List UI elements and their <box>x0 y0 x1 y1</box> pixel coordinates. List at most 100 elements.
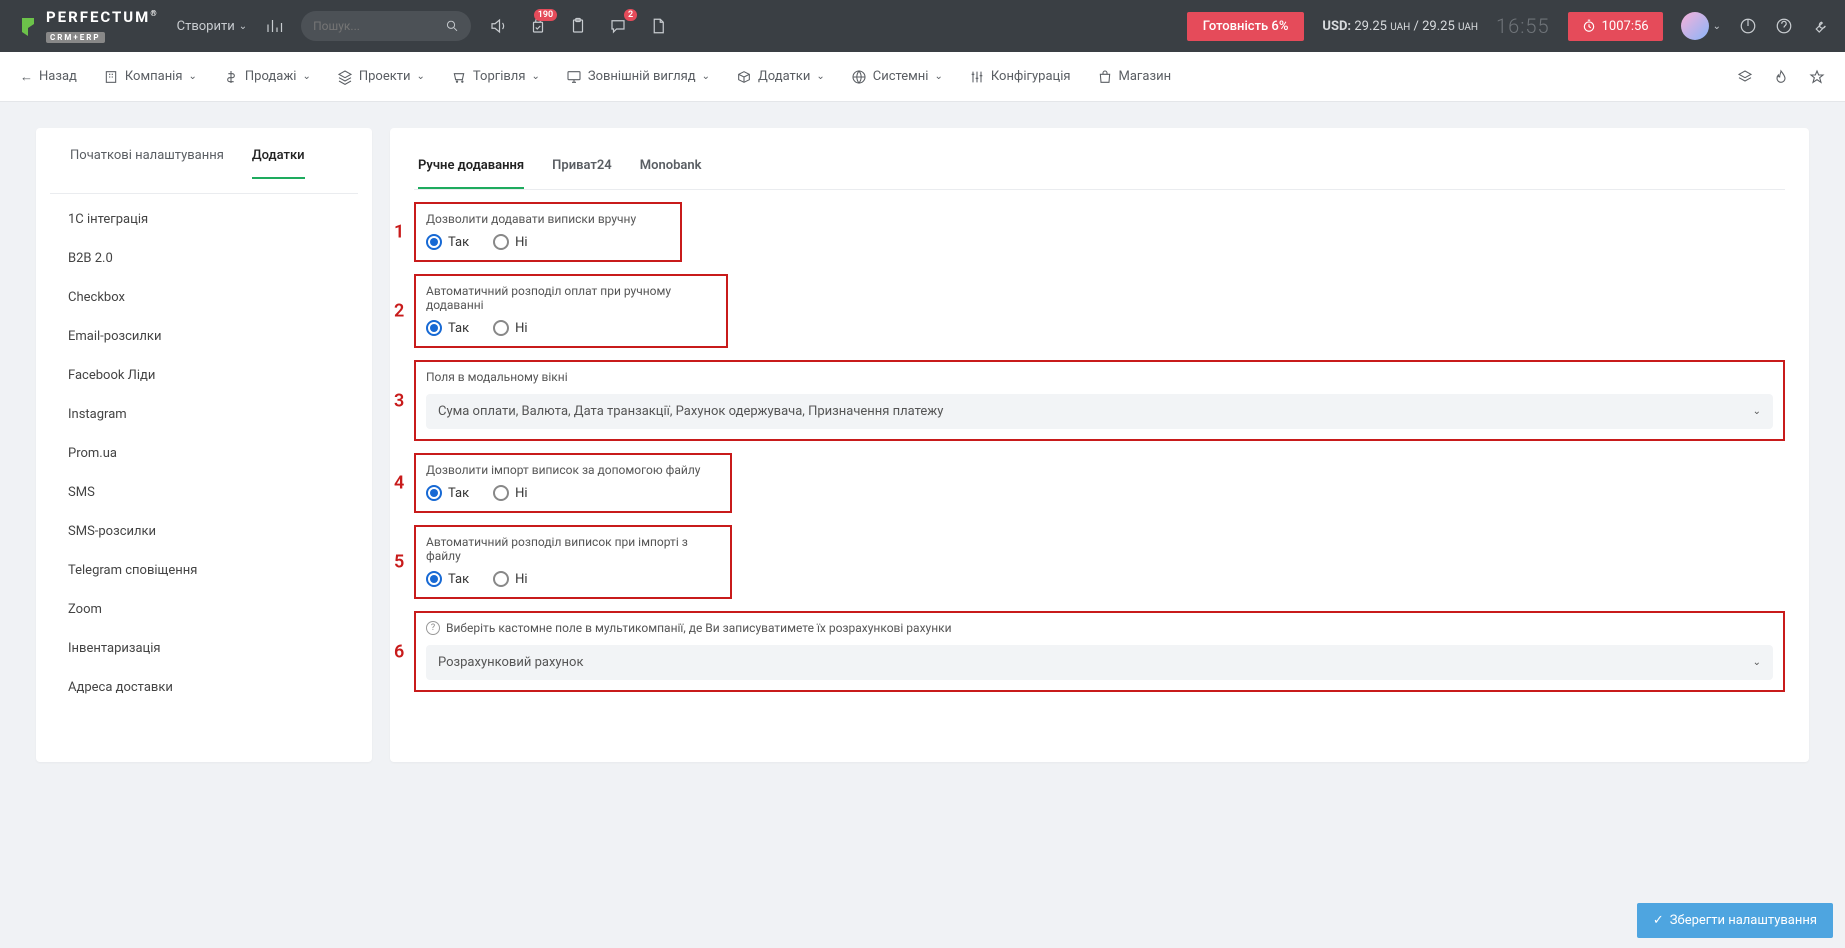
uah-2: UAH <box>1458 22 1478 33</box>
radio-yes[interactable]: Так <box>426 320 469 336</box>
radio-label: Так <box>448 321 469 336</box>
radio-no[interactable]: Ні <box>493 485 527 501</box>
sidebar-item[interactable]: Інвентаризація <box>36 629 372 668</box>
chat-icon[interactable]: 2 <box>609 17 627 35</box>
sidebar-item[interactable]: Facebook Ліди <box>36 356 372 395</box>
monitor-icon <box>566 69 582 85</box>
nav-sales[interactable]: Продажі⌄ <box>223 69 311 85</box>
timer-icon <box>1582 19 1596 33</box>
field-modal-fields: 3 Поля в модальному вікні Сума оплати, В… <box>414 360 1785 441</box>
cart-badge: 190 <box>534 9 557 21</box>
modal-fields-select[interactable]: Сума оплати, Валюта, Дата транзакції, Ра… <box>426 394 1773 429</box>
annotation-number: 5 <box>394 552 404 573</box>
navbar-right-icons <box>1737 69 1825 85</box>
create-label: Створити <box>177 19 235 34</box>
logo[interactable]: PERFECTUM® CRM+ERP <box>16 8 159 44</box>
save-settings-button[interactable]: ✓ Зберегти налаштування <box>1637 903 1833 938</box>
sidebar-item[interactable]: Checkbox <box>36 278 372 317</box>
sidebar-item[interactable]: Telegram сповіщення <box>36 551 372 590</box>
annotation-number: 2 <box>394 301 404 322</box>
field-label: ? Виберіть кастомне поле в мультикомпані… <box>426 621 1773 635</box>
sidebar-item[interactable]: Instagram <box>36 395 372 434</box>
sidebar-tabs: Початкові налаштування Додатки <box>50 148 358 194</box>
layers-icon <box>337 69 353 85</box>
field-label: Автоматичний розподіл виписок при імпорт… <box>426 535 720 563</box>
dollar-icon <box>223 69 239 85</box>
chevron-down-icon: ⌄ <box>1753 406 1761 417</box>
nav-trade[interactable]: Торгівля⌄ <box>451 69 540 85</box>
stack-icon[interactable] <box>1737 69 1753 85</box>
nav-company[interactable]: Компанія⌄ <box>103 69 197 85</box>
tab-monobank[interactable]: Monobank <box>640 148 702 189</box>
radio-label: Ні <box>515 572 527 587</box>
sidebar-item[interactable]: Адреса доставки <box>36 668 372 707</box>
power-icon[interactable] <box>1739 17 1757 35</box>
tab-privat24[interactable]: Приват24 <box>552 148 612 189</box>
cart-icon <box>451 69 467 85</box>
chevron-down-icon: ⌄ <box>702 71 710 82</box>
annotation-number: 4 <box>394 473 404 494</box>
chevron-down-icon: ⌄ <box>239 21 247 32</box>
radio-yes[interactable]: Так <box>426 485 469 501</box>
nav-label: Продажі <box>245 69 297 84</box>
nav-label: Додатки <box>758 69 810 84</box>
sidebar-tab-initial[interactable]: Початкові налаштування <box>70 148 224 179</box>
chevron-down-icon: ⌄ <box>417 71 425 82</box>
sliders-icon <box>969 69 985 85</box>
nav-addons[interactable]: Додатки ⌄ <box>736 69 825 85</box>
nav-appearance[interactable]: Зовнішній вигляд⌄ <box>566 69 710 85</box>
sidebar-item[interactable]: 1С інтеграція <box>36 200 372 239</box>
sidebar-item[interactable]: SMS <box>36 473 372 512</box>
radio-label: Так <box>448 486 469 501</box>
sidebar-item[interactable]: Prom.ua <box>36 434 372 473</box>
radio-no[interactable]: Ні <box>493 571 527 587</box>
check-icon: ✓ <box>1653 913 1664 928</box>
nav-label: Системні <box>873 69 929 84</box>
star-icon[interactable] <box>1809 69 1825 85</box>
field-label-text: Виберіть кастомне поле в мультикомпанії,… <box>446 621 952 635</box>
radio-yes[interactable]: Так <box>426 234 469 250</box>
nav-back[interactable]: ← Назад <box>20 69 77 85</box>
user-menu[interactable]: ⌄ <box>1681 12 1721 40</box>
sound-icon[interactable] <box>489 17 507 35</box>
radio-no[interactable]: Ні <box>493 320 527 336</box>
sidebar-item[interactable]: SMS-розсилки <box>36 512 372 551</box>
search-input[interactable] <box>313 19 445 33</box>
annotation-number: 6 <box>394 641 404 662</box>
flame-icon[interactable] <box>1773 69 1789 85</box>
chart-icon[interactable] <box>265 17 283 35</box>
nav-shop[interactable]: Магазин <box>1097 69 1172 85</box>
field-label: Поля в модальному вікні <box>426 370 1773 384</box>
chevron-down-icon: ⌄ <box>816 71 824 82</box>
sidebar-item[interactable]: Email-розсилки <box>36 317 372 356</box>
field-auto-distribute-import: 5 Автоматичний розподіл виписок при імпо… <box>414 525 732 599</box>
save-label: Зберегти налаштування <box>1670 913 1817 928</box>
search-icon <box>445 18 459 34</box>
help-icon[interactable]: ? <box>426 621 440 635</box>
timer-button[interactable]: 1007:56 <box>1568 12 1663 41</box>
wrench-icon[interactable] <box>1811 17 1829 35</box>
nav-config[interactable]: Конфігурація <box>969 69 1071 85</box>
sidebar-item[interactable]: B2B 2.0 <box>36 239 372 278</box>
search-input-wrapper[interactable] <box>301 11 471 41</box>
logo-mark-icon <box>16 14 40 38</box>
clipboard-icon[interactable] <box>569 17 587 35</box>
custom-field-select[interactable]: Розрахунковий рахунок ⌄ <box>426 645 1773 680</box>
nav-projects[interactable]: Проекти⌄ <box>337 69 425 85</box>
radio-no[interactable]: Ні <box>493 234 527 250</box>
tab-manual[interactable]: Ручне додавання <box>418 148 524 189</box>
cart-icon[interactable]: 190 <box>529 17 547 35</box>
nav-label: Компанія <box>125 69 183 84</box>
main: Початкові налаштування Додатки 1С інтегр… <box>0 102 1845 788</box>
create-dropdown[interactable]: Створити ⌄ <box>177 19 248 34</box>
radio-yes[interactable]: Так <box>426 571 469 587</box>
content-tabs: Ручне додавання Приват24 Monobank <box>414 148 1785 190</box>
nav-system[interactable]: Системні⌄ <box>851 69 943 85</box>
help-icon[interactable] <box>1775 17 1793 35</box>
readiness-button[interactable]: Готовність 6% <box>1187 12 1305 41</box>
file-icon[interactable] <box>649 17 667 35</box>
sidebar-tab-addons[interactable]: Додатки <box>252 148 305 179</box>
sidebar-item[interactable]: Zoom <box>36 590 372 629</box>
building-icon <box>103 69 119 85</box>
annotation-number: 3 <box>394 390 404 411</box>
